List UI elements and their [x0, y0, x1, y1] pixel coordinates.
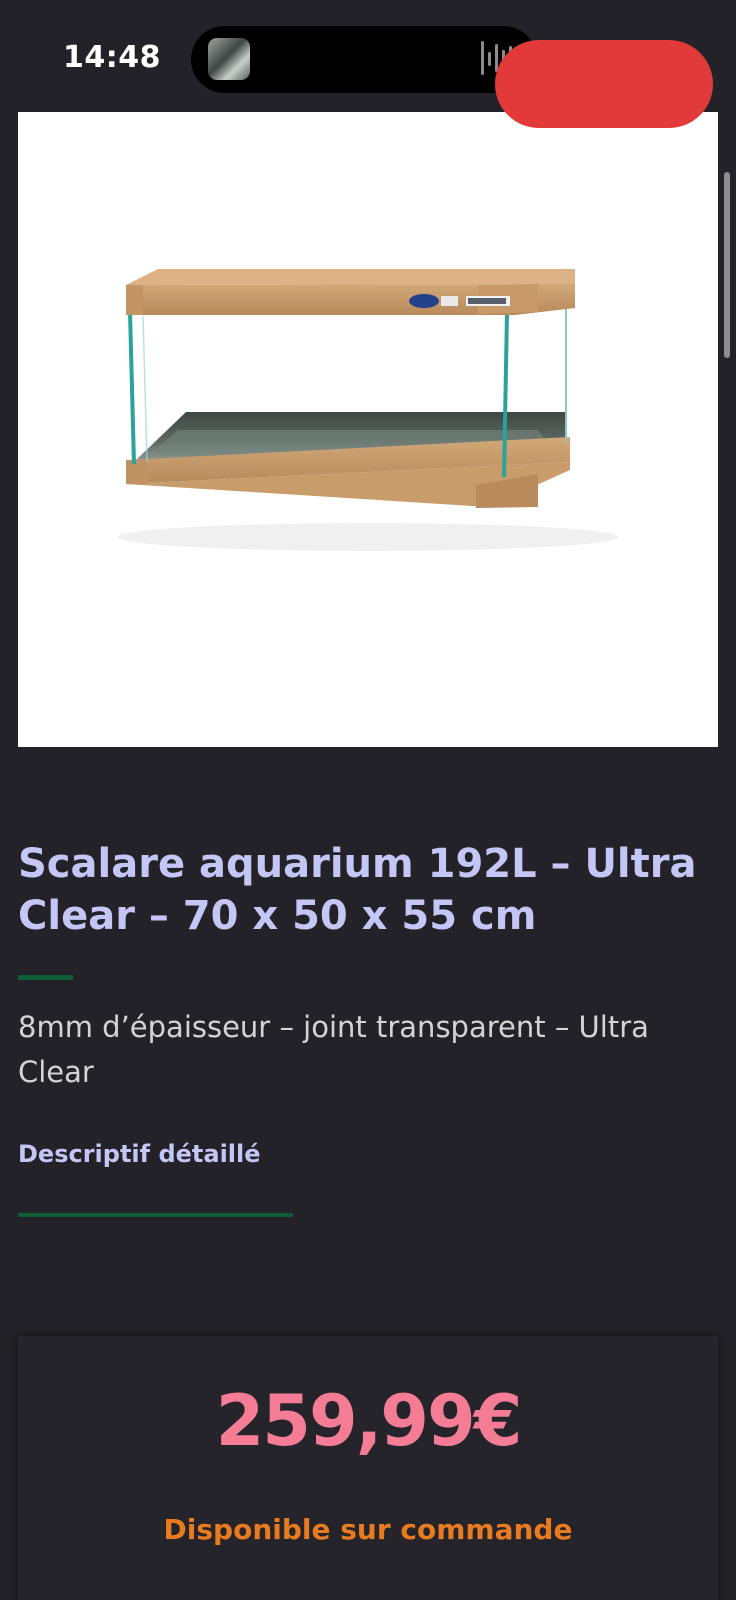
- product-short-description: 8mm d’épaisseur – joint transparent – Ul…: [18, 1010, 649, 1089]
- product-title: Scalare aquarium 192L – Ultra Clear – 70…: [18, 841, 697, 939]
- product-page: 14:48 27: [0, 0, 736, 1600]
- price-card: 259,99€ Disponible sur commande: [18, 1336, 718, 1600]
- title-divider: [18, 975, 73, 980]
- sale-badge: [495, 40, 713, 128]
- scrollbar[interactable]: [724, 172, 730, 358]
- now-playing-thumbnail: [208, 38, 250, 80]
- product-image[interactable]: [18, 112, 718, 747]
- tab-detailed-description[interactable]: Descriptif détaillé: [18, 1140, 261, 1168]
- status-time: 14:48: [63, 40, 161, 75]
- active-tab-indicator: [18, 1213, 293, 1217]
- aquarium-image: [118, 269, 618, 551]
- dynamic-island[interactable]: [191, 26, 537, 93]
- availability-status: Disponible sur commande: [163, 1513, 573, 1546]
- product-price: 259,99€: [215, 1380, 523, 1462]
